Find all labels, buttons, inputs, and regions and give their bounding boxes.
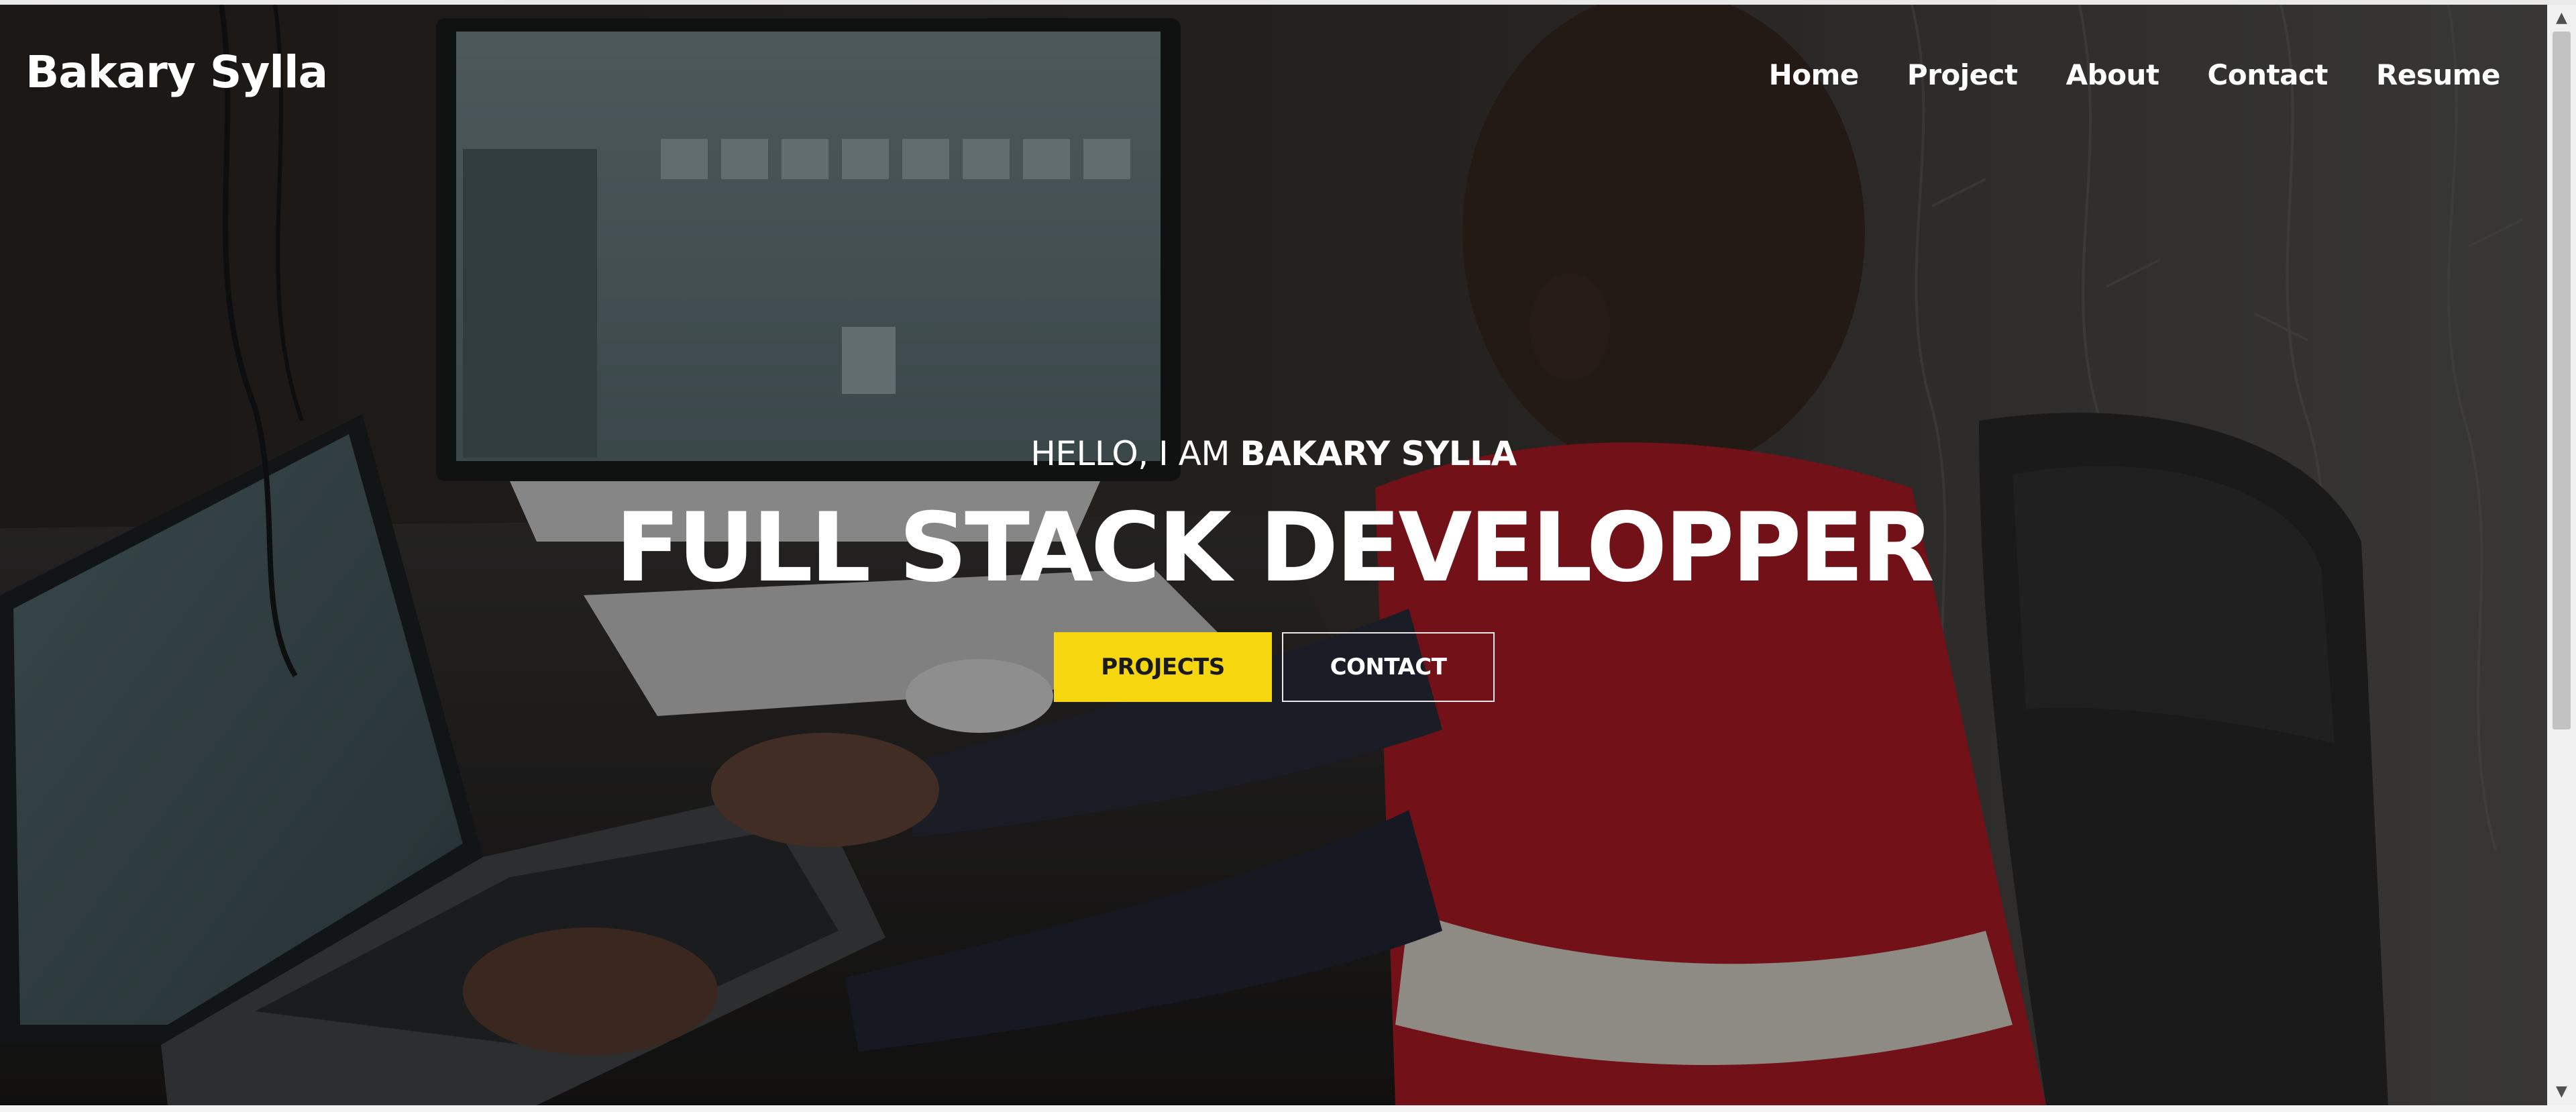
triangle-down-icon[interactable]: ▼ xyxy=(2547,1080,2576,1104)
main-nav: Home Project About Contact Resume xyxy=(1769,58,2501,91)
vertical-scrollbar[interactable]: ▲ ▼ xyxy=(2547,5,2576,1105)
hero-intro: HELLO, I AM BAKARY SYLLA xyxy=(0,434,2547,473)
nav-item-contact[interactable]: Contact xyxy=(2208,58,2328,91)
triangle-up-icon[interactable]: ▲ xyxy=(2547,6,2576,30)
hero-intro-name: BAKARY SYLLA xyxy=(1240,434,1517,473)
hero-intro-prefix: HELLO, I AM xyxy=(1030,434,1230,473)
hero-headline: FULL STACK DEVELOPPER xyxy=(615,493,1935,603)
page: Bakary Sylla Home Project About Contact … xyxy=(0,0,2576,1112)
brand-logo[interactable]: Bakary Sylla xyxy=(25,46,328,98)
top-border xyxy=(0,0,2576,5)
bottom-border xyxy=(0,1105,2576,1112)
scrollbar-thumb[interactable] xyxy=(2553,32,2571,729)
nav-item-project[interactable]: Project xyxy=(1907,58,2018,91)
hero-section: Bakary Sylla Home Project About Contact … xyxy=(0,5,2547,1105)
nav-item-home[interactable]: Home xyxy=(1769,58,1860,91)
contact-button[interactable]: CONTACT xyxy=(1282,632,1495,702)
nav-item-about[interactable]: About xyxy=(2066,58,2159,91)
projects-button[interactable]: PROJECTS xyxy=(1054,632,1272,702)
nav-item-resume[interactable]: Resume xyxy=(2376,58,2500,91)
